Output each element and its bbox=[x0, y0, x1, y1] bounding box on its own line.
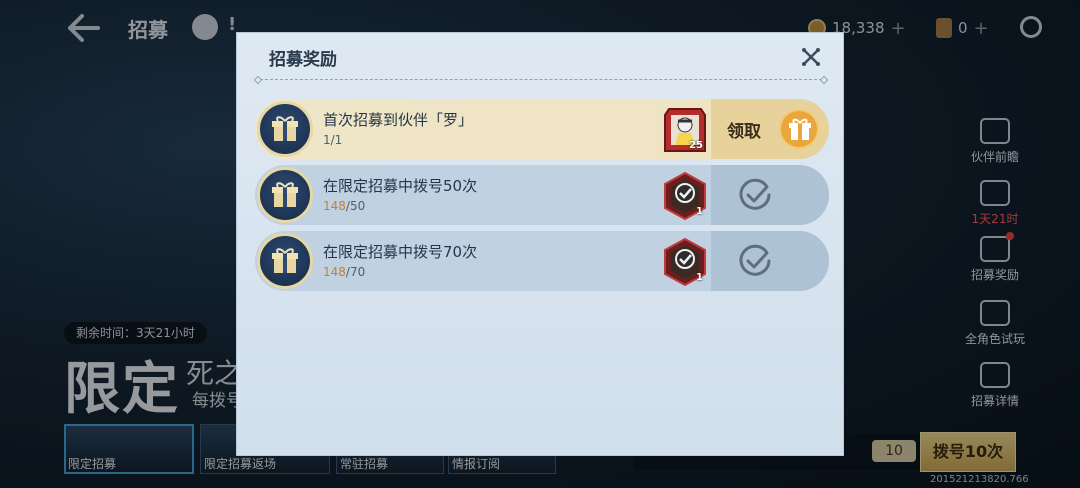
task-progress: 148/50 bbox=[323, 199, 366, 213]
title-divider bbox=[255, 79, 827, 81]
claim-label: 领取 bbox=[727, 122, 761, 142]
task-label: 在限定招募中拨号50次 bbox=[323, 177, 478, 195]
recruit-rewards-dialog: 招募奖励 首次招募到伙伴「罗」 1/1 25 领取 在限定招募中拨号50次 14… bbox=[236, 32, 844, 456]
task-progress: 148/70 bbox=[323, 265, 366, 279]
claimed-status bbox=[711, 231, 829, 291]
reward-row-70-draws: 在限定招募中拨号70次 148/70 1 bbox=[255, 231, 829, 291]
emblem-reward[interactable]: 1 bbox=[661, 237, 709, 287]
claim-button[interactable]: 领取 bbox=[711, 99, 829, 159]
claim-gift-icon bbox=[779, 109, 819, 149]
close-icon[interactable] bbox=[799, 45, 823, 69]
claimed-status bbox=[711, 165, 829, 225]
gift-box-icon bbox=[257, 233, 313, 289]
gift-box-icon bbox=[257, 167, 313, 223]
reward-row-first-recruit: 首次招募到伙伴「罗」 1/1 25 领取 bbox=[255, 99, 829, 159]
reward-quantity: 25 bbox=[689, 140, 703, 151]
character-card-reward[interactable]: 25 bbox=[661, 105, 709, 155]
gift-box-icon bbox=[257, 101, 313, 157]
reward-row-50-draws: 在限定招募中拨号50次 148/50 1 bbox=[255, 165, 829, 225]
emblem-reward[interactable]: 1 bbox=[661, 171, 709, 221]
check-circle-icon bbox=[739, 244, 771, 276]
task-progress: 1/1 bbox=[323, 133, 343, 147]
dialog-title: 招募奖励 bbox=[269, 50, 337, 70]
task-label: 在限定招募中拨号70次 bbox=[323, 243, 478, 261]
reward-quantity: 1 bbox=[696, 206, 703, 217]
check-circle-icon bbox=[739, 178, 771, 210]
task-label: 首次招募到伙伴「罗」 bbox=[323, 111, 474, 129]
reward-quantity: 1 bbox=[696, 272, 703, 283]
